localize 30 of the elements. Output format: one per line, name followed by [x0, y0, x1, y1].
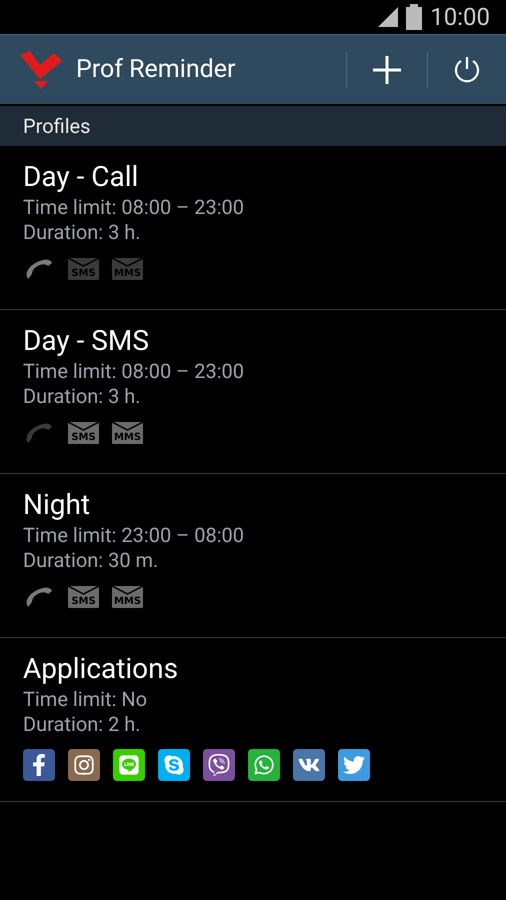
time-limit-text: Time limit: No — [23, 687, 148, 712]
profile-item[interactable]: Applications Time limit: No Duration: 2 h. — [0, 638, 506, 802]
profile-name: Day - Call — [23, 161, 138, 193]
mms-envelope-icon: MMS — [112, 422, 143, 444]
duration-text: Duration: 2 h. — [23, 712, 141, 737]
profile-item[interactable]: Day - Call Time limit: 08:00 – 23:00 Duration: 3 h. SMS MMS — [0, 146, 506, 310]
mms-envelope-icon: MMS — [112, 586, 143, 608]
plus-icon — [371, 54, 403, 86]
power-icon — [452, 54, 482, 84]
section-title: Profiles — [23, 113, 90, 140]
sms-envelope-icon: SMS — [68, 422, 99, 444]
duration-text: Duration: 30 m. — [23, 548, 158, 573]
duration-text: Duration: 3 h. — [23, 220, 141, 245]
profile-name: Applications — [23, 653, 178, 685]
time-limit-text: Time limit: 23:00 – 08:00 — [23, 523, 244, 548]
time-limit-text: Time limit: 08:00 – 23:00 — [23, 195, 244, 220]
profile-item[interactable]: Night Time limit: 23:00 – 08:00 Duration: 30 m. SMS MMS — [0, 474, 506, 638]
battery-icon — [406, 4, 422, 30]
app-logo-icon — [18, 48, 64, 90]
signal-icon — [376, 5, 400, 29]
profile-name: Day - SMS — [23, 325, 149, 357]
app-title: Prof Reminder — [76, 54, 236, 86]
clock-time: 10:00 — [430, 2, 490, 33]
mms-envelope-icon: MMS — [112, 258, 143, 280]
profile-name: Night — [23, 489, 90, 521]
profile-item[interactable]: Day - SMS Time limit: 08:00 – 23:00 Duration: 3 h. SMS MMS — [0, 310, 506, 474]
sms-envelope-icon: SMS — [68, 586, 99, 608]
duration-text: Duration: 3 h. — [23, 384, 141, 409]
sms-envelope-icon: SMS — [68, 258, 99, 280]
time-limit-text: Time limit: 08:00 – 23:00 — [23, 359, 244, 384]
